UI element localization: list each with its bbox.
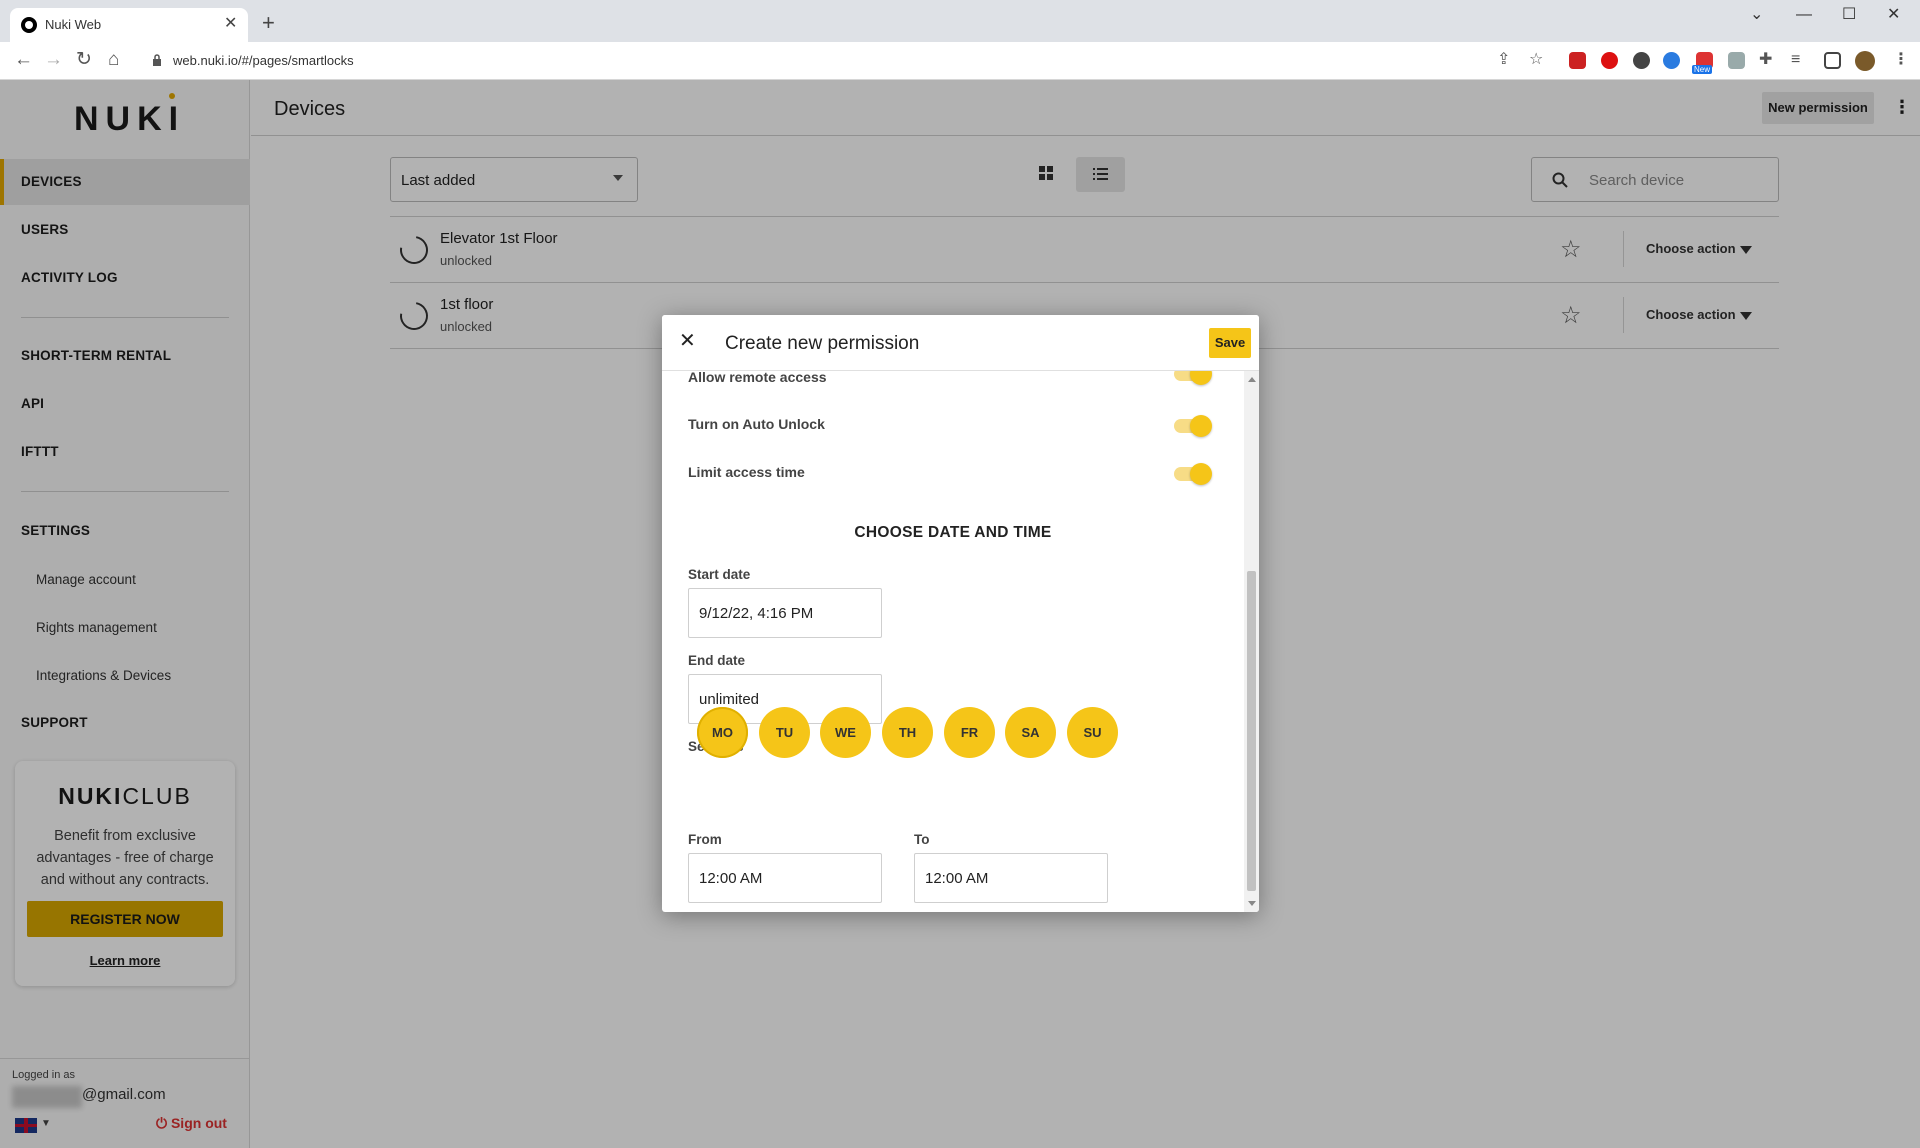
minimize-icon[interactable]: — (1796, 4, 1812, 26)
scroll-down-arrow-icon[interactable] (1248, 901, 1256, 906)
modal-title: Create new permission (725, 333, 920, 354)
end-date-value: unlimited (699, 691, 760, 708)
limit-access-toggle[interactable] (1174, 463, 1212, 485)
extensions-puzzle-icon[interactable]: ✚ (1759, 50, 1772, 70)
auto-unlock-toggle[interactable] (1174, 415, 1212, 437)
share-icon[interactable]: ⇪ (1497, 50, 1510, 70)
start-date-label: Start date (688, 567, 751, 582)
url-text[interactable]: web.nuki.io/#/pages/smartlocks (173, 53, 354, 68)
start-date-value: 9/12/22, 4:16 PM (699, 605, 814, 622)
create-permission-modal: ✕ Create new permission Save Allow remot… (662, 315, 1259, 912)
extension-red-icon[interactable] (1569, 52, 1586, 69)
tab-close-icon[interactable]: ✕ (224, 14, 237, 34)
save-button[interactable]: Save (1209, 328, 1251, 358)
new-tab-icon[interactable]: + (262, 12, 275, 34)
remote-access-label: Allow remote access (688, 371, 827, 385)
extension-opera-icon[interactable] (1601, 52, 1618, 69)
browser-tab[interactable]: Nuki Web ✕ (10, 8, 248, 42)
home-icon[interactable]: ⌂ (108, 48, 119, 72)
limit-access-label: Limit access time (688, 464, 805, 480)
modal-scrollbar[interactable] (1244, 371, 1259, 912)
extension-google-icon[interactable] (1663, 52, 1680, 69)
maximize-icon[interactable]: ☐ (1842, 4, 1856, 26)
modal-header: ✕ Create new permission Save (662, 315, 1259, 371)
day-button-sa[interactable]: SA (1005, 707, 1056, 758)
browser-tab-bar: Nuki Web ✕ + ⌄ — ☐ ✕ (0, 0, 1920, 42)
address-bar: ← → ↻ ⌂ web.nuki.io/#/pages/smartlocks ⇪… (0, 42, 1920, 80)
reload-icon[interactable]: ↻ (76, 48, 92, 72)
scroll-thumb[interactable] (1247, 571, 1256, 891)
scroll-up-arrow-icon[interactable] (1248, 377, 1256, 382)
reading-list-icon[interactable]: ≡ (1791, 50, 1800, 70)
start-date-field[interactable]: 9/12/22, 4:16 PM (688, 588, 882, 638)
forward-icon[interactable]: → (44, 48, 63, 72)
profile-avatar[interactable] (1855, 51, 1875, 71)
toggle-knob (1190, 371, 1212, 385)
back-icon[interactable]: ← (14, 48, 33, 72)
bookmark-star-icon[interactable]: ☆ (1529, 50, 1543, 70)
from-label: From (688, 832, 722, 847)
lock-icon[interactable] (152, 53, 162, 67)
day-button-su[interactable]: SU (1067, 707, 1118, 758)
from-time-value: 12:00 AM (699, 870, 763, 887)
tab-title: Nuki Web (45, 17, 102, 32)
extension-grammar-icon[interactable] (1633, 52, 1650, 69)
day-button-mo[interactable]: MO (697, 707, 748, 758)
toggle-knob (1190, 415, 1212, 437)
end-date-label: End date (688, 653, 746, 668)
to-label: To (914, 832, 930, 847)
toggle-knob (1190, 463, 1212, 485)
section-title: CHOOSE DATE AND TIME (854, 524, 1052, 541)
nuki-favicon-icon (21, 17, 37, 33)
tab-search-icon[interactable]: ⌄ (1750, 4, 1763, 26)
day-button-fr[interactable]: FR (944, 707, 995, 758)
to-time-value: 12:00 AM (925, 870, 989, 887)
from-time-field[interactable]: 12:00 AM (688, 853, 882, 903)
to-time-field[interactable]: 12:00 AM (914, 853, 1108, 903)
new-badge: New (1692, 65, 1713, 74)
browser-menu-icon[interactable]: ⋮ (1893, 50, 1909, 70)
window-close-icon[interactable]: ✕ (1887, 4, 1900, 26)
day-button-tu[interactable]: TU (759, 707, 810, 758)
auto-unlock-label: Turn on Auto Unlock (688, 416, 825, 432)
extension-cast-icon[interactable] (1728, 52, 1745, 69)
close-icon[interactable]: ✕ (679, 329, 696, 353)
day-button-th[interactable]: TH (882, 707, 933, 758)
remote-access-toggle[interactable] (1174, 371, 1212, 385)
side-panel-icon[interactable] (1824, 52, 1841, 69)
modal-body: Allow remote access Turn on Auto Unlock … (662, 371, 1244, 912)
day-button-we[interactable]: WE (820, 707, 871, 758)
